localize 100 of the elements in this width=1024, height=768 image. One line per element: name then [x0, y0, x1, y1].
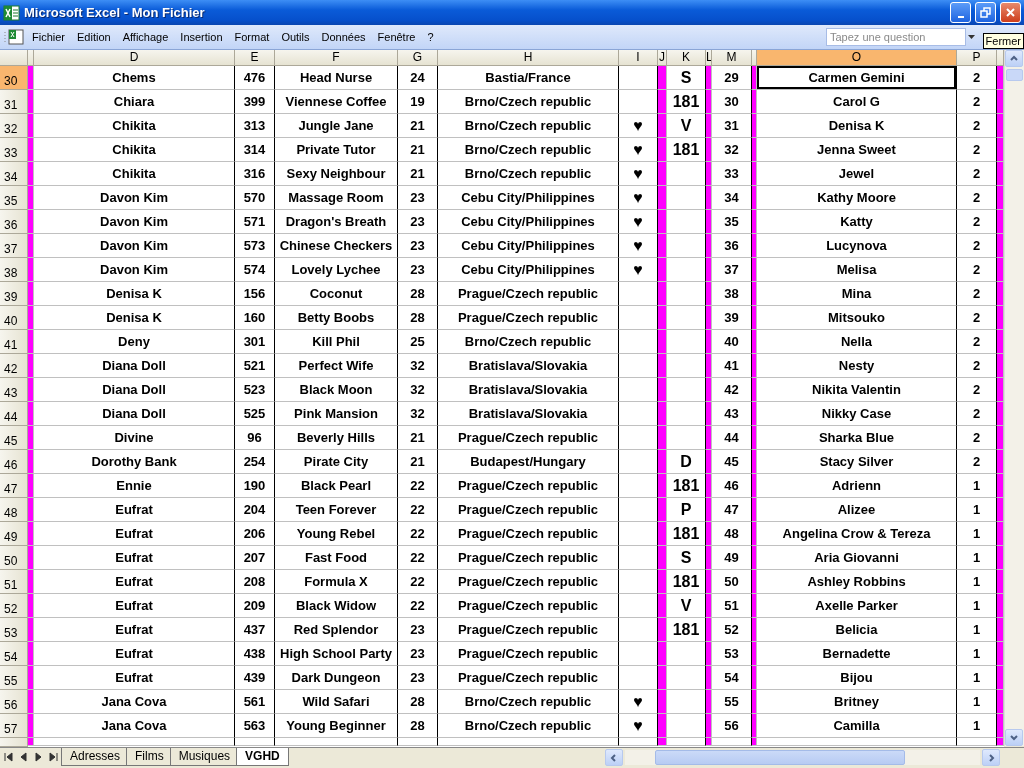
row-header[interactable]: 33	[0, 138, 28, 162]
table-cell[interactable]: 21	[398, 114, 438, 138]
row-header[interactable]: 52	[0, 594, 28, 618]
table-cell[interactable]: 21	[398, 138, 438, 162]
menu-item[interactable]: Outils	[275, 31, 316, 43]
table-cell[interactable]: Young Rebel	[275, 522, 398, 546]
row-header[interactable]: 54	[0, 642, 28, 666]
table-cell[interactable]: Prague/Czech republic	[438, 666, 619, 690]
table-cell[interactable]: Pink Mansion	[275, 402, 398, 426]
table-cell[interactable]: Davon Kim	[34, 258, 235, 282]
table-cell[interactable]: Bratislava/Slovakia	[438, 378, 619, 402]
table-cell[interactable]: Wild Safari	[275, 690, 398, 714]
table-cell[interactable]: 208	[235, 570, 275, 594]
table-cell[interactable]: Lucynova	[757, 234, 957, 258]
table-cell[interactable]: 28	[398, 306, 438, 330]
table-cell[interactable]: Prague/Czech republic	[438, 618, 619, 642]
table-cell[interactable]: Massage Room	[275, 186, 398, 210]
table-cell[interactable]: Coconut	[275, 282, 398, 306]
table-cell[interactable]: 22	[398, 594, 438, 618]
sheet-tab[interactable]: VGHD	[236, 748, 289, 766]
table-cell[interactable]: Denisa K	[34, 306, 235, 330]
table-cell[interactable]: Jana Cova	[34, 714, 235, 738]
table-cell[interactable]: Jana Cova	[34, 690, 235, 714]
table-cell[interactable]: Britney	[757, 690, 957, 714]
row-header[interactable]: 34	[0, 162, 28, 186]
table-cell[interactable]: 96	[235, 426, 275, 450]
table-cell[interactable]: Prague/Czech republic	[438, 282, 619, 306]
row-header[interactable]: 32	[0, 114, 28, 138]
row-header[interactable]: 30	[0, 66, 28, 90]
table-cell[interactable]: Denisa K	[757, 114, 957, 138]
table-cell[interactable]: Eufrat	[34, 594, 235, 618]
table-cell[interactable]: 22	[398, 522, 438, 546]
table-cell[interactable]: Jungle Jane	[275, 114, 398, 138]
table-cell[interactable]: Prague/Czech republic	[438, 546, 619, 570]
row-header[interactable]: 41	[0, 330, 28, 354]
table-cell[interactable]: Carol G	[757, 90, 957, 114]
column-header[interactable]: P	[957, 50, 997, 66]
table-cell[interactable]: Sharka Blue	[757, 426, 957, 450]
column-header[interactable]: M	[712, 50, 752, 66]
table-cell[interactable]: Private Tutor	[275, 138, 398, 162]
table-cell[interactable]: 160	[235, 306, 275, 330]
column-header[interactable]: G	[398, 50, 438, 66]
menu-item[interactable]: Insertion	[174, 31, 229, 43]
table-cell[interactable]: Stacy Silver	[757, 450, 957, 474]
table-cell[interactable]: Bratislava/Slovakia	[438, 354, 619, 378]
row-header[interactable]: 51	[0, 570, 28, 594]
table-cell[interactable]: 19	[398, 90, 438, 114]
column-header[interactable]: H	[438, 50, 619, 66]
table-cell[interactable]: Formula X	[275, 570, 398, 594]
table-cell[interactable]: Black Moon	[275, 378, 398, 402]
table-cell[interactable]: 573	[235, 234, 275, 258]
table-cell[interactable]: 301	[235, 330, 275, 354]
row-header[interactable]: 57	[0, 714, 28, 738]
table-cell[interactable]: Ashley Robbins	[757, 570, 957, 594]
help-search-field[interactable]: Tapez une question	[826, 28, 966, 46]
row-header[interactable]: 46	[0, 450, 28, 474]
table-cell[interactable]: Axelle Parker	[757, 594, 957, 618]
table-cell[interactable]: Prague/Czech republic	[438, 498, 619, 522]
table-cell[interactable]: 22	[398, 546, 438, 570]
table-cell[interactable]: Jenna Sweet	[757, 138, 957, 162]
table-cell[interactable]: Melisa	[757, 258, 957, 282]
table-cell[interactable]: 22	[398, 570, 438, 594]
table-cell[interactable]: Davon Kim	[34, 186, 235, 210]
menu-item[interactable]: Fenêtre	[371, 31, 422, 43]
menu-item[interactable]: Affichage	[116, 31, 175, 43]
table-cell[interactable]: Alizee	[757, 498, 957, 522]
table-cell[interactable]: 314	[235, 138, 275, 162]
table-cell[interactable]: Pirate City	[275, 450, 398, 474]
table-cell[interactable]: 570	[235, 186, 275, 210]
table-cell[interactable]: 24	[398, 66, 438, 90]
table-cell[interactable]: Prague/Czech republic	[438, 594, 619, 618]
table-cell[interactable]: Dark Dungeon	[275, 666, 398, 690]
table-cell[interactable]: Ennie	[34, 474, 235, 498]
column-header[interactable]: O	[757, 50, 957, 66]
table-cell[interactable]: 32	[398, 354, 438, 378]
table-cell[interactable]: Camilla	[757, 714, 957, 738]
table-cell[interactable]: 21	[398, 426, 438, 450]
table-cell[interactable]: Brno/Czech republic	[438, 114, 619, 138]
row-header[interactable]: 49	[0, 522, 28, 546]
table-cell[interactable]: Beverly Hills	[275, 426, 398, 450]
table-cell[interactable]: 21	[398, 450, 438, 474]
table-cell[interactable]: 439	[235, 666, 275, 690]
menu-item[interactable]: Données	[315, 31, 372, 43]
column-header[interactable]: I	[619, 50, 658, 66]
table-cell[interactable]: Prague/Czech republic	[438, 306, 619, 330]
table-cell[interactable]: Chikita	[34, 138, 235, 162]
table-cell[interactable]: Diana Doll	[34, 402, 235, 426]
table-cell[interactable]: 23	[398, 666, 438, 690]
row-header[interactable]: 45	[0, 426, 28, 450]
table-cell[interactable]: Bastia/France	[438, 66, 619, 90]
table-cell[interactable]: 23	[398, 186, 438, 210]
table-cell[interactable]: 561	[235, 690, 275, 714]
table-cell[interactable]: 204	[235, 498, 275, 522]
table-cell[interactable]: 23	[398, 234, 438, 258]
table-cell[interactable]: Kathy Moore	[757, 186, 957, 210]
table-cell[interactable]: High School Party	[275, 642, 398, 666]
table-cell[interactable]: Davon Kim	[34, 210, 235, 234]
table-cell[interactable]: 28	[398, 282, 438, 306]
table-cell[interactable]: 574	[235, 258, 275, 282]
table-cell[interactable]: 23	[398, 642, 438, 666]
